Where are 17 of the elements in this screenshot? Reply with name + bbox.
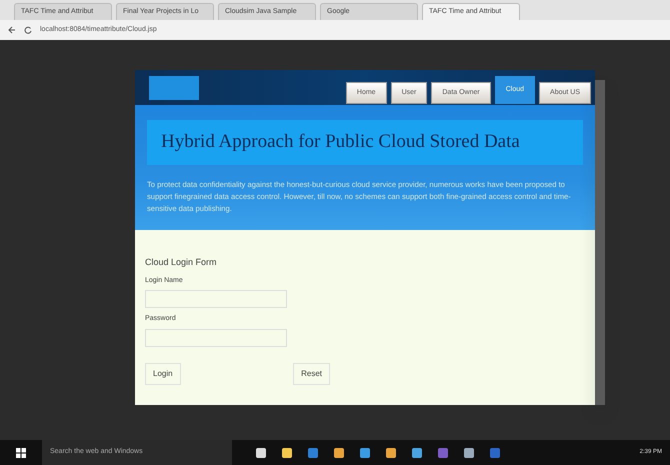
taskbar-app-icon[interactable] [256,448,266,458]
taskbar-app-icon[interactable] [360,448,370,458]
windows-icon[interactable] [16,448,26,458]
taskbar-app-icon[interactable] [412,448,422,458]
back-icon[interactable] [8,26,16,34]
input-field[interactable] [145,328,287,346]
form-heading: Cloud Login Form [145,256,218,269]
taskbar-app-icon[interactable] [282,448,292,458]
taskbar-app-icon[interactable] [386,448,396,458]
reset-button[interactable]: Reset [293,362,330,384]
input-field[interactable] [145,290,287,308]
logo [149,76,199,100]
taskbar-app-icon[interactable] [464,448,474,458]
taskbar-app-icon[interactable] [334,448,344,458]
login-button[interactable]: Login [145,362,181,384]
reload-icon[interactable] [24,26,32,34]
page-title: Hybrid Approach for Public Cloud Stored Data [147,120,583,164]
